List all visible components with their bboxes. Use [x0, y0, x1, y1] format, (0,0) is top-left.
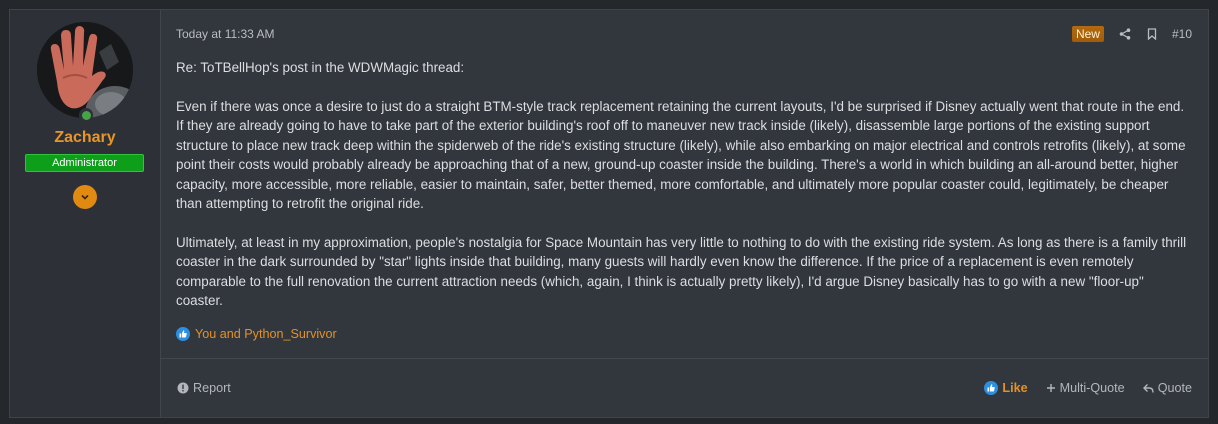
chevron-down-icon [81, 194, 89, 200]
post-footer: Report Like Multi-Quote Quote [161, 358, 1208, 417]
reactions-text[interactable]: You and Python_Survivor [195, 327, 337, 341]
footer-actions: Like Multi-Quote Quote [966, 381, 1192, 395]
post-paragraph: Ultimately, at least in my approximation… [176, 234, 1187, 309]
avatar[interactable] [37, 22, 133, 118]
share-icon[interactable] [1118, 27, 1132, 41]
quote-label: Quote [1157, 381, 1192, 395]
expand-user-info-button[interactable] [73, 185, 97, 209]
report-icon [177, 382, 189, 394]
like-label: Like [1002, 381, 1028, 395]
like-reaction-icon [176, 327, 190, 341]
report-label: Report [193, 381, 231, 395]
post-body: Re: ToTBellHop's post in the WDWMagic th… [176, 58, 1192, 330]
raised-hand-avatar-icon [37, 22, 133, 118]
post-content: Today at 11:33 AM New #10 Re: ToTBellHop… [161, 10, 1208, 417]
post-timestamp[interactable]: Today at 11:33 AM [176, 27, 275, 41]
multi-quote-button[interactable]: Multi-Quote [1046, 381, 1125, 395]
role-badge: Administrator [25, 154, 144, 172]
online-status-icon [79, 108, 93, 122]
post-header-actions: New #10 [1071, 26, 1192, 42]
multi-quote-label: Multi-Quote [1059, 381, 1125, 395]
post-paragraph: Even if there was once a desire to just … [176, 98, 1186, 211]
plus-icon [1046, 384, 1055, 392]
bookmark-icon[interactable] [1145, 27, 1159, 41]
message-post: Zachary Administrator Today at 11:33 AM … [9, 9, 1209, 418]
reactions-bar[interactable]: You and Python_Survivor [176, 327, 337, 341]
username[interactable]: Zachary [10, 129, 160, 147]
quote-button[interactable]: Quote [1142, 381, 1192, 395]
post-paragraph: Re: ToTBellHop's post in the WDWMagic th… [176, 60, 465, 75]
report-button[interactable]: Report [177, 381, 231, 395]
like-icon [984, 381, 999, 395]
like-button[interactable]: Like [984, 381, 1028, 395]
user-sidebar: Zachary Administrator [10, 10, 161, 417]
new-badge: New [1071, 26, 1104, 42]
reply-arrow-icon [1142, 383, 1154, 393]
post-number-link[interactable]: #10 [1172, 27, 1192, 41]
